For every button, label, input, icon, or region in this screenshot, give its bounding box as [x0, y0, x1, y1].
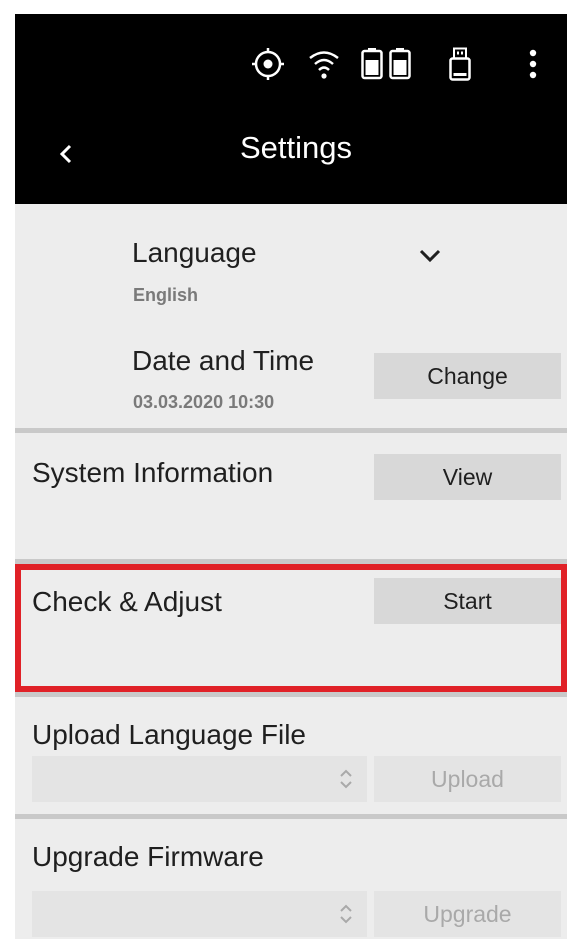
system-information-section: System Information View [15, 433, 567, 559]
upgrade-firmware-section: Upgrade Firmware Upgrade [15, 819, 567, 939]
language-label: Language [132, 237, 257, 268]
date-time-label: Date and Time [132, 345, 315, 376]
upload-language-section: Upload Language File Upload [15, 697, 567, 814]
change-button[interactable]: Change [374, 353, 561, 399]
highlight-frame [15, 564, 567, 692]
upload-language-label: Upload Language File [32, 719, 306, 750]
language-file-select[interactable] [32, 756, 367, 802]
usb-drive-icon [447, 44, 473, 84]
battery-icon [387, 44, 413, 84]
date-time-value: 03.03.2020 10:30 [133, 392, 275, 412]
status-bar [15, 14, 567, 104]
locale-section: Language English Date and Time 03.03.202… [15, 204, 567, 428]
firmware-file-select[interactable] [32, 891, 367, 937]
battery-icon [359, 44, 385, 84]
target-icon [248, 44, 288, 84]
wifi-icon [304, 44, 344, 84]
upgrade-firmware-label: Upgrade Firmware [32, 841, 264, 872]
view-button[interactable]: View [374, 454, 561, 500]
updown-chevron-icon [340, 904, 352, 924]
title-bar: Settings [15, 104, 567, 204]
upload-button[interactable]: Upload [374, 756, 561, 802]
upgrade-button[interactable]: Upgrade [374, 891, 561, 937]
updown-chevron-icon [340, 769, 352, 789]
system-information-label: System Information [32, 457, 274, 488]
language-value: English [133, 285, 199, 305]
settings-screen: Settings Language English Date and Time … [15, 14, 567, 939]
more-vertical-icon[interactable] [523, 44, 543, 84]
chevron-down-icon[interactable] [415, 244, 445, 268]
page-title: Settings [239, 130, 352, 165]
